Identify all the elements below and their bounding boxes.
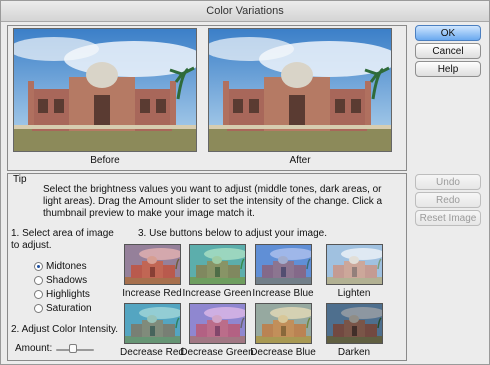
help-button[interactable]: Help — [415, 61, 481, 77]
amount-slider-handle[interactable] — [69, 344, 78, 353]
step1-label: 1. Select area of image to adjust. — [11, 228, 114, 251]
tip-heading: Tip — [13, 174, 27, 185]
palace-photo-thumb — [256, 304, 311, 343]
increase-blue-label: Increase Blue — [252, 288, 314, 299]
radio-shadows[interactable] — [34, 276, 43, 285]
step2-label: 2. Adjust Color Intensity. — [11, 324, 119, 335]
thumb-decrease-green[interactable] — [189, 303, 246, 344]
radio-midtones[interactable] — [34, 262, 43, 271]
palace-photo-thumb — [125, 304, 180, 343]
palace-photo-thumb — [327, 304, 382, 343]
midtones-label[interactable]: Midtones — [46, 261, 87, 272]
amount-label: Amount: — [15, 343, 53, 354]
palace-photo-after — [209, 29, 391, 151]
thumb-decrease-red[interactable] — [124, 303, 181, 344]
cancel-button[interactable]: Cancel — [415, 43, 481, 59]
radio-highlights[interactable] — [34, 290, 43, 299]
palace-photo-thumb — [327, 245, 382, 284]
palace-photo-thumb — [190, 245, 245, 284]
ok-button[interactable]: OK — [415, 25, 481, 41]
thumb-lighten[interactable] — [326, 244, 383, 285]
redo-button[interactable]: Redo — [415, 192, 481, 208]
before-image — [13, 28, 197, 152]
palace-photo-thumb — [190, 304, 245, 343]
undo-button[interactable]: Undo — [415, 174, 481, 190]
thumb-decrease-blue[interactable] — [255, 303, 312, 344]
palace-photo-before — [14, 29, 196, 151]
after-image — [208, 28, 392, 152]
highlights-label[interactable]: Highlights — [46, 289, 90, 300]
after-label: After — [289, 155, 311, 166]
radio-saturation[interactable] — [34, 304, 43, 313]
palace-photo-thumb — [256, 245, 311, 284]
dialog-title: Color Variations — [1, 1, 489, 22]
darken-label: Darken — [337, 347, 371, 358]
before-label: Before — [90, 155, 120, 166]
palace-photo-thumb — [125, 245, 180, 284]
lighten-label: Lighten — [337, 288, 371, 299]
saturation-label[interactable]: Saturation — [46, 303, 92, 314]
thumb-increase-red[interactable] — [124, 244, 181, 285]
thumb-increase-green[interactable] — [189, 244, 246, 285]
thumb-increase-blue[interactable] — [255, 244, 312, 285]
step3-label: 3. Use buttons below to adjust your imag… — [138, 228, 327, 239]
shadows-label[interactable]: Shadows — [46, 275, 87, 286]
decrease-blue-label: Decrease Blue — [250, 347, 316, 358]
color-variations-dialog: Color Variations Before After OK Cancel … — [0, 0, 490, 365]
tip-text: Select the brightness values you want to… — [43, 184, 383, 219]
reset-image-button[interactable]: Reset Image — [415, 210, 481, 226]
thumb-darken[interactable] — [326, 303, 383, 344]
